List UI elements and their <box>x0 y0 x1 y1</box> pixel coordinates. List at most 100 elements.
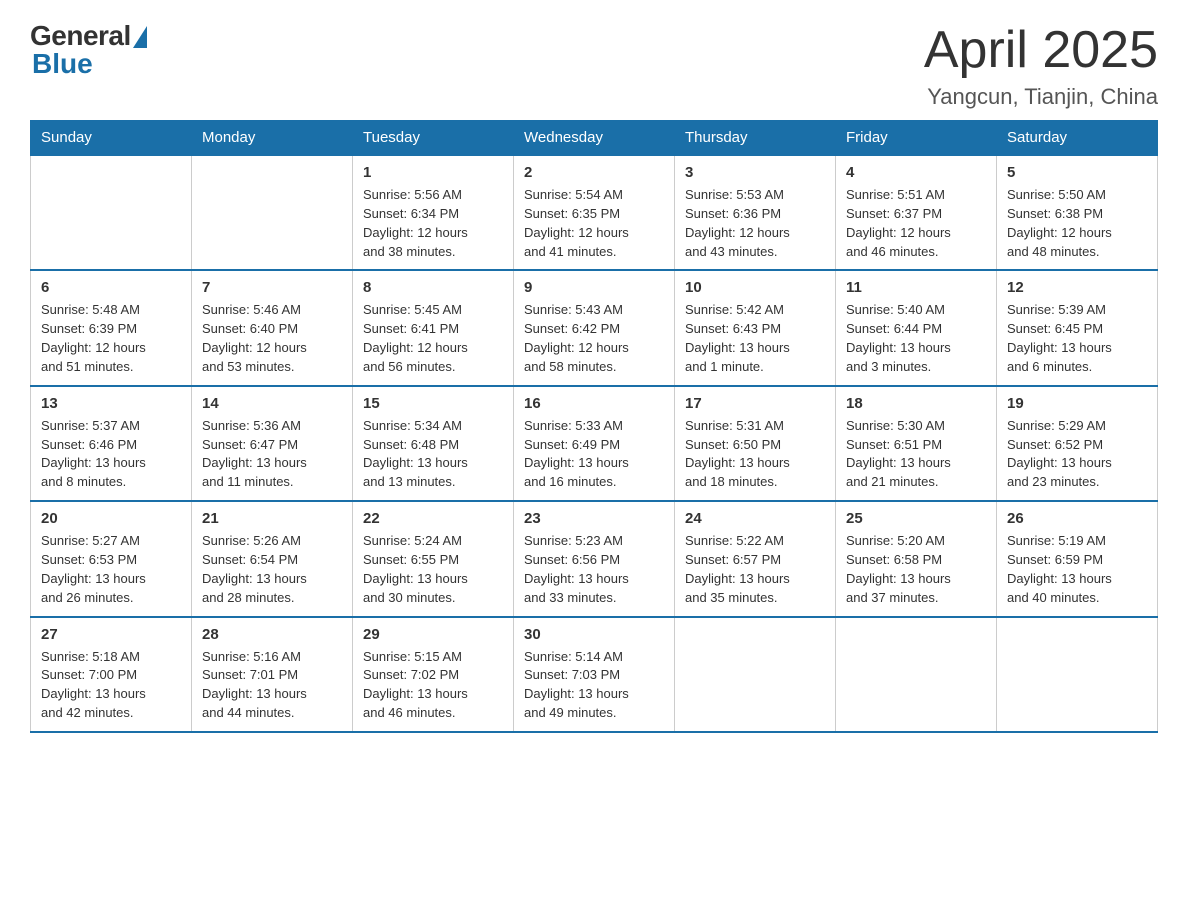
calendar-cell: 12 Sunrise: 5:39 AM Sunset: 6:45 PM Dayli… <box>997 270 1158 385</box>
day-info: Sunrise: 5:16 AM Sunset: 7:01 PM Dayligh… <box>202 648 342 723</box>
day-info: Sunrise: 5:14 AM Sunset: 7:03 PM Dayligh… <box>524 648 664 723</box>
header-saturday: Saturday <box>997 121 1158 156</box>
calendar-cell: 3 Sunrise: 5:53 AM Sunset: 6:36 PM Daylig… <box>675 155 836 270</box>
week-row-2: 6 Sunrise: 5:48 AM Sunset: 6:39 PM Daylig… <box>31 270 1158 385</box>
header-sunday: Sunday <box>31 121 192 156</box>
title-section: April 2025 Yangcun, Tianjin, China <box>924 20 1158 110</box>
day-number: 3 <box>685 162 825 183</box>
calendar-cell: 28 Sunrise: 5:16 AM Sunset: 7:01 PM Dayli… <box>192 617 353 732</box>
calendar-cell: 14Sunrise: 5:36 AM Sunset: 6:47 PM Dayli… <box>192 386 353 501</box>
logo-triangle-icon <box>133 26 147 48</box>
calendar-cell: 27 Sunrise: 5:18 AM Sunset: 7:00 PM Dayli… <box>31 617 192 732</box>
calendar-cell: 18 Sunrise: 5:30 AM Sunset: 6:51 PM Dayli… <box>836 386 997 501</box>
day-info: Sunrise: 5:40 AM Sunset: 6:44 PM Dayligh… <box>846 301 986 376</box>
week-row-5: 27 Sunrise: 5:18 AM Sunset: 7:00 PM Dayli… <box>31 617 1158 732</box>
day-number: 9 <box>524 277 664 298</box>
day-info: Sunrise: 5:54 AM Sunset: 6:35 PM Dayligh… <box>524 186 664 261</box>
calendar-cell: 13 Sunrise: 5:37 AM Sunset: 6:46 PM Dayli… <box>31 386 192 501</box>
calendar-cell <box>31 155 192 270</box>
day-number: 15 <box>363 393 503 414</box>
day-number: 19 <box>1007 393 1147 414</box>
calendar-cell <box>675 617 836 732</box>
calendar-cell: 29Sunrise: 5:15 AM Sunset: 7:02 PM Dayli… <box>353 617 514 732</box>
header-wednesday: Wednesday <box>514 121 675 156</box>
day-info: Sunrise: 5:31 AM Sunset: 6:50 PM Dayligh… <box>685 417 825 492</box>
calendar-cell: 30 Sunrise: 5:14 AM Sunset: 7:03 PM Dayli… <box>514 617 675 732</box>
calendar-cell: 17 Sunrise: 5:31 AM Sunset: 6:50 PM Dayli… <box>675 386 836 501</box>
calendar-cell: 2 Sunrise: 5:54 AM Sunset: 6:35 PM Daylig… <box>514 155 675 270</box>
day-number: 12 <box>1007 277 1147 298</box>
calendar-cell: 24Sunrise: 5:22 AM Sunset: 6:57 PM Dayli… <box>675 501 836 616</box>
calendar-title: April 2025 <box>924 20 1158 80</box>
calendar-cell: 20 Sunrise: 5:27 AM Sunset: 6:53 PM Dayli… <box>31 501 192 616</box>
calendar-cell: 21 Sunrise: 5:26 AM Sunset: 6:54 PM Dayli… <box>192 501 353 616</box>
calendar-cell: 10Sunrise: 5:42 AM Sunset: 6:43 PM Dayli… <box>675 270 836 385</box>
day-info: Sunrise: 5:39 AM Sunset: 6:45 PM Dayligh… <box>1007 301 1147 376</box>
day-info: Sunrise: 5:15 AM Sunset: 7:02 PM Dayligh… <box>363 648 503 723</box>
logo: General Blue <box>30 20 147 80</box>
calendar-subtitle: Yangcun, Tianjin, China <box>924 84 1158 110</box>
day-info: Sunrise: 5:34 AM Sunset: 6:48 PM Dayligh… <box>363 417 503 492</box>
calendar-cell: 23Sunrise: 5:23 AM Sunset: 6:56 PM Dayli… <box>514 501 675 616</box>
day-number: 28 <box>202 624 342 645</box>
calendar-cell: 5 Sunrise: 5:50 AM Sunset: 6:38 PM Daylig… <box>997 155 1158 270</box>
day-number: 5 <box>1007 162 1147 183</box>
calendar-cell: 9 Sunrise: 5:43 AM Sunset: 6:42 PM Daylig… <box>514 270 675 385</box>
calendar-cell: 11Sunrise: 5:40 AM Sunset: 6:44 PM Dayli… <box>836 270 997 385</box>
day-number: 21 <box>202 508 342 529</box>
day-info: Sunrise: 5:24 AM Sunset: 6:55 PM Dayligh… <box>363 532 503 607</box>
day-info: Sunrise: 5:43 AM Sunset: 6:42 PM Dayligh… <box>524 301 664 376</box>
page-header: General Blue April 2025 Yangcun, Tianjin… <box>30 20 1158 110</box>
day-info: Sunrise: 5:20 AM Sunset: 6:58 PM Dayligh… <box>846 532 986 607</box>
header-monday: Monday <box>192 121 353 156</box>
logo-blue-text: Blue <box>32 48 93 80</box>
day-info: Sunrise: 5:56 AM Sunset: 6:34 PM Dayligh… <box>363 186 503 261</box>
day-number: 30 <box>524 624 664 645</box>
day-number: 7 <box>202 277 342 298</box>
calendar-cell <box>997 617 1158 732</box>
header-thursday: Thursday <box>675 121 836 156</box>
day-info: Sunrise: 5:23 AM Sunset: 6:56 PM Dayligh… <box>524 532 664 607</box>
day-number: 4 <box>846 162 986 183</box>
day-info: Sunrise: 5:33 AM Sunset: 6:49 PM Dayligh… <box>524 417 664 492</box>
day-number: 17 <box>685 393 825 414</box>
day-info: Sunrise: 5:18 AM Sunset: 7:00 PM Dayligh… <box>41 648 181 723</box>
day-info: Sunrise: 5:51 AM Sunset: 6:37 PM Dayligh… <box>846 186 986 261</box>
day-info: Sunrise: 5:45 AM Sunset: 6:41 PM Dayligh… <box>363 301 503 376</box>
day-info: Sunrise: 5:22 AM Sunset: 6:57 PM Dayligh… <box>685 532 825 607</box>
calendar-cell: 4 Sunrise: 5:51 AM Sunset: 6:37 PM Daylig… <box>836 155 997 270</box>
day-number: 13 <box>41 393 181 414</box>
calendar-cell: 1 Sunrise: 5:56 AM Sunset: 6:34 PM Daylig… <box>353 155 514 270</box>
header-friday: Friday <box>836 121 997 156</box>
header-row: SundayMondayTuesdayWednesdayThursdayFrid… <box>31 121 1158 156</box>
day-number: 16 <box>524 393 664 414</box>
day-info: Sunrise: 5:48 AM Sunset: 6:39 PM Dayligh… <box>41 301 181 376</box>
day-info: Sunrise: 5:27 AM Sunset: 6:53 PM Dayligh… <box>41 532 181 607</box>
day-info: Sunrise: 5:36 AM Sunset: 6:47 PM Dayligh… <box>202 417 342 492</box>
day-info: Sunrise: 5:29 AM Sunset: 6:52 PM Dayligh… <box>1007 417 1147 492</box>
day-number: 20 <box>41 508 181 529</box>
day-info: Sunrise: 5:19 AM Sunset: 6:59 PM Dayligh… <box>1007 532 1147 607</box>
day-info: Sunrise: 5:53 AM Sunset: 6:36 PM Dayligh… <box>685 186 825 261</box>
day-number: 26 <box>1007 508 1147 529</box>
calendar-cell: 16 Sunrise: 5:33 AM Sunset: 6:49 PM Dayli… <box>514 386 675 501</box>
day-number: 1 <box>363 162 503 183</box>
calendar-cell <box>836 617 997 732</box>
day-info: Sunrise: 5:37 AM Sunset: 6:46 PM Dayligh… <box>41 417 181 492</box>
calendar-table: SundayMondayTuesdayWednesdayThursdayFrid… <box>30 120 1158 733</box>
day-number: 18 <box>846 393 986 414</box>
day-info: Sunrise: 5:50 AM Sunset: 6:38 PM Dayligh… <box>1007 186 1147 261</box>
calendar-cell: 8 Sunrise: 5:45 AM Sunset: 6:41 PM Daylig… <box>353 270 514 385</box>
header-tuesday: Tuesday <box>353 121 514 156</box>
day-number: 2 <box>524 162 664 183</box>
day-info: Sunrise: 5:26 AM Sunset: 6:54 PM Dayligh… <box>202 532 342 607</box>
day-number: 22 <box>363 508 503 529</box>
day-number: 6 <box>41 277 181 298</box>
day-number: 27 <box>41 624 181 645</box>
week-row-4: 20 Sunrise: 5:27 AM Sunset: 6:53 PM Dayli… <box>31 501 1158 616</box>
day-info: Sunrise: 5:30 AM Sunset: 6:51 PM Dayligh… <box>846 417 986 492</box>
calendar-cell: 7Sunrise: 5:46 AM Sunset: 6:40 PM Daylig… <box>192 270 353 385</box>
week-row-1: 1 Sunrise: 5:56 AM Sunset: 6:34 PM Daylig… <box>31 155 1158 270</box>
calendar-cell <box>192 155 353 270</box>
day-number: 8 <box>363 277 503 298</box>
